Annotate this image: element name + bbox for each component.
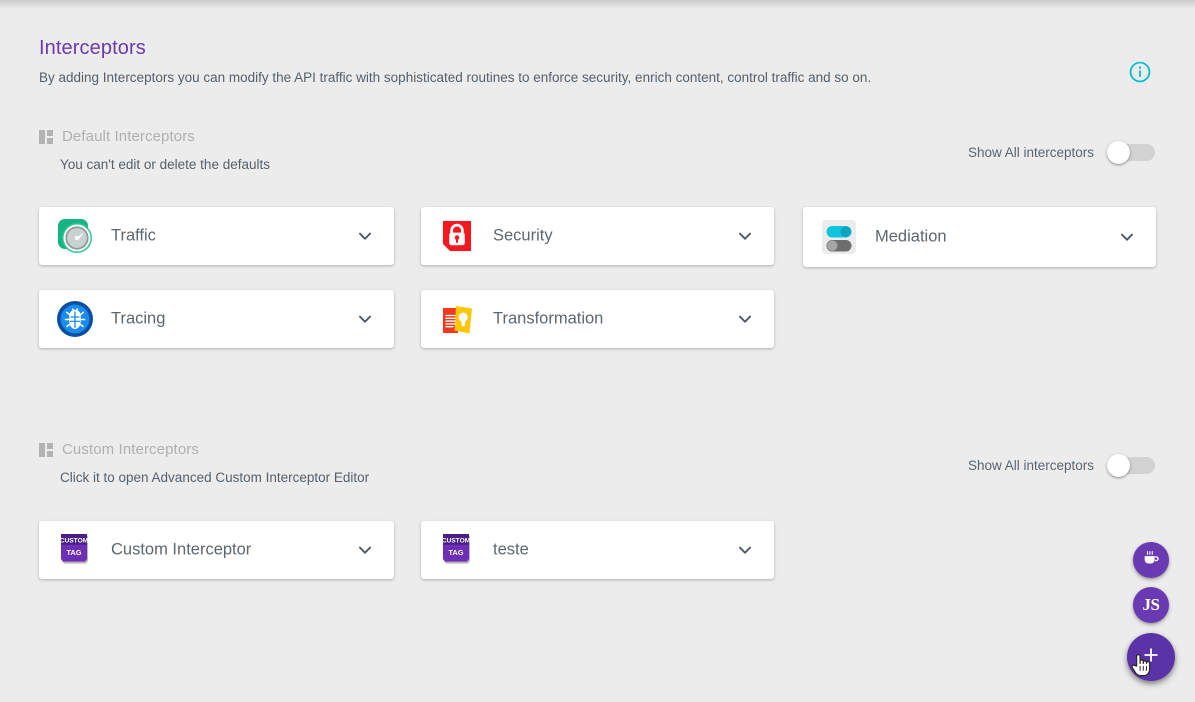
padlock-icon	[435, 214, 479, 258]
show-all-interceptors-custom-label: Show All interceptors	[968, 458, 1094, 473]
svg-text:TAG: TAG	[66, 548, 81, 557]
info-circle-icon[interactable]	[1129, 61, 1151, 83]
section-note-default: You can't edit or delete the defaults	[60, 157, 270, 172]
show-all-interceptors-default-toggle[interactable]	[1107, 141, 1159, 164]
page-title: Interceptors	[39, 37, 146, 60]
chevron-down-icon[interactable]	[734, 308, 756, 330]
chevron-down-icon[interactable]	[734, 539, 756, 561]
svg-text:CUSTOM: CUSTOM	[60, 538, 89, 545]
section-note-custom: Click it to open Advanced Custom Interce…	[60, 470, 369, 485]
top-shadow	[0, 0, 1195, 9]
chevron-down-icon[interactable]	[1116, 226, 1138, 248]
chevron-down-icon[interactable]	[354, 225, 376, 247]
interceptor-card-label: Traffic	[111, 227, 156, 246]
cards-bulb-icon	[435, 297, 479, 341]
section-header-default: Default Interceptors	[39, 128, 195, 145]
interceptor-card-transformation[interactable]: Transformation	[421, 290, 774, 348]
page-subtitle: By adding Interceptors you can modify th…	[39, 70, 871, 85]
add-java-interceptor-button[interactable]	[1133, 542, 1169, 578]
coffee-cup-icon	[1141, 547, 1162, 573]
section-header-custom: Custom Interceptors	[39, 441, 199, 458]
dashboard-grid-icon	[39, 130, 53, 144]
plus-icon	[1140, 644, 1162, 671]
add-js-interceptor-button[interactable]: JS	[1133, 587, 1169, 623]
interceptor-card-label: Transformation	[493, 310, 603, 329]
show-all-interceptors-custom-row: Show All interceptors	[968, 454, 1159, 477]
interceptor-card-label: Custom Interceptor	[111, 541, 251, 560]
interceptor-card-tracing[interactable]: Tracing	[39, 290, 394, 348]
bug-icon	[53, 297, 97, 341]
chevron-down-icon[interactable]	[354, 539, 376, 561]
toggle-knob	[1107, 454, 1130, 477]
js-icon: JS	[1143, 595, 1160, 615]
interceptor-card-label: teste	[493, 541, 529, 560]
speedometer-icon	[53, 214, 97, 258]
chevron-down-icon[interactable]	[354, 308, 376, 330]
interceptor-card-custom-interceptor[interactable]: CUSTOM TAG Custom Interceptor	[39, 521, 394, 579]
custom-tag-icon: CUSTOM TAG	[435, 528, 479, 572]
toggle-switch-icon	[817, 215, 861, 259]
interceptor-card-mediation[interactable]: Mediation	[803, 207, 1156, 267]
toggle-knob	[1107, 141, 1130, 164]
dashboard-grid-icon	[39, 443, 53, 457]
svg-text:TAG: TAG	[448, 548, 463, 557]
chevron-down-icon[interactable]	[734, 225, 756, 247]
show-all-interceptors-default-label: Show All interceptors	[968, 145, 1094, 160]
interceptor-card-label: Security	[493, 227, 553, 246]
interceptors-page: Interceptors By adding Interceptors you …	[0, 0, 1195, 702]
section-title-custom: Custom Interceptors	[62, 441, 199, 458]
interceptor-card-teste[interactable]: CUSTOM TAG teste	[421, 521, 774, 579]
show-all-interceptors-custom-toggle[interactable]	[1107, 454, 1159, 477]
interceptor-card-label: Tracing	[111, 310, 165, 329]
interceptor-card-label: Mediation	[875, 228, 947, 247]
svg-text:CUSTOM: CUSTOM	[442, 538, 471, 545]
section-title-default: Default Interceptors	[62, 128, 195, 145]
add-interceptor-fab[interactable]	[1127, 633, 1175, 681]
interceptor-card-security[interactable]: Security	[421, 207, 774, 265]
interceptor-card-traffic[interactable]: Traffic	[39, 207, 394, 265]
custom-tag-icon: CUSTOM TAG	[53, 528, 97, 572]
show-all-interceptors-default-row: Show All interceptors	[968, 141, 1159, 164]
